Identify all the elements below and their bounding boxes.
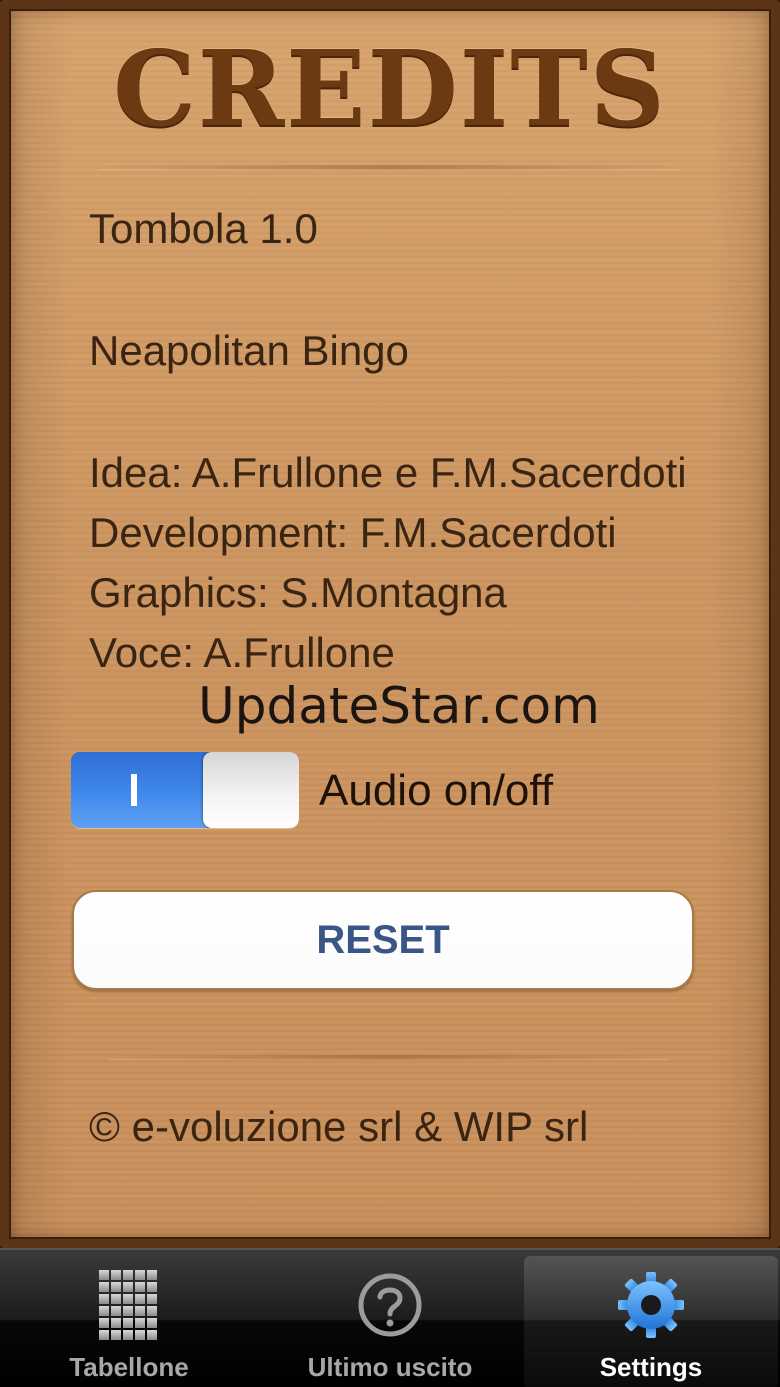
reset-button[interactable]: RESET (72, 890, 694, 990)
audio-toggle-knob[interactable] (203, 752, 299, 828)
credits-title: CREDITS (113, 27, 667, 150)
credits-panel: CREDITS Tombola 1.0 Neapolitan Bingo Ide… (0, 0, 780, 1248)
tab-settings-label: Settings (599, 1352, 703, 1382)
credit-line-idea: Idea: A.Frullone e F.M.Sacerdoti (89, 449, 687, 496)
grid-icon (99, 1270, 157, 1340)
question-icon (358, 1273, 422, 1337)
toggle-on-glyph (131, 774, 137, 806)
tab-tabellone-label: Tabellone (69, 1352, 189, 1382)
credit-line-graphics: Graphics: S.Montagna (89, 569, 507, 616)
credits-screen: CREDITS Tombola 1.0 Neapolitan Bingo Ide… (0, 0, 780, 1387)
audio-toggle-on-track (71, 752, 207, 828)
copyright-text: © e-voluzione srl & WIP srl (89, 1103, 589, 1150)
gear-icon (618, 1272, 684, 1338)
tab-ultimo-uscito-label: Ultimo uscito (307, 1352, 473, 1382)
divider-top (99, 165, 679, 170)
watermark-text: UpdateStar.com (198, 677, 600, 735)
tab-tabellone[interactable]: Tabellone (2, 1256, 256, 1387)
audio-toggle[interactable] (71, 752, 299, 828)
app-subtitle: Neapolitan Bingo (89, 327, 409, 374)
tab-bar: Tabellone Ultimo uscito Settings (0, 1248, 780, 1387)
app-version: Tombola 1.0 (89, 205, 318, 252)
divider-bottom (109, 1055, 669, 1060)
audio-toggle-label: Audio on/off (319, 766, 554, 815)
credit-line-development: Development: F.M.Sacerdoti (89, 509, 617, 556)
tab-settings[interactable]: Settings (524, 1256, 778, 1387)
tab-ultimo-uscito[interactable]: Ultimo uscito (263, 1256, 517, 1387)
